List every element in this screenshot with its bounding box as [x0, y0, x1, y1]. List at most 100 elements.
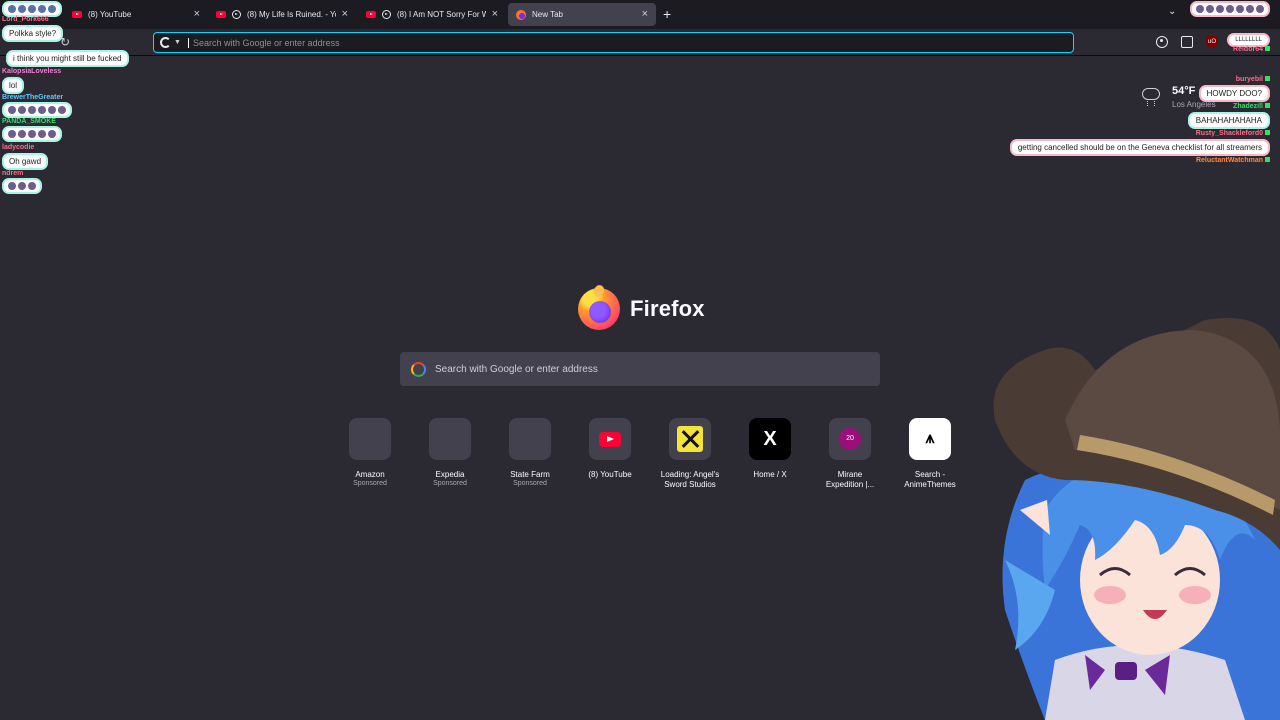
topsite-label: Search - AnimeThemes: [904, 470, 956, 489]
audio-playing-icon[interactable]: [232, 10, 241, 19]
emote-icon: [1216, 5, 1224, 13]
emote-icon: [18, 182, 26, 190]
sponsored-label: Sponsored: [353, 480, 387, 487]
chat-message: Lord_Pork666 Polkka style?: [2, 16, 64, 42]
emote-icon: [38, 130, 46, 138]
audio-playing-icon[interactable]: [382, 10, 391, 19]
emote-icon: [18, 130, 26, 138]
new-tab-button[interactable]: +: [663, 6, 671, 22]
chat-text: LLLLLLLL: [1227, 33, 1270, 47]
close-tab-icon[interactable]: ×: [194, 9, 200, 20]
chat-username: BrewerTheGreater: [2, 94, 64, 101]
x-icon: X: [763, 427, 777, 450]
emote-icon: [1226, 5, 1234, 13]
chevron-down-icon: ▼: [174, 39, 181, 46]
youtube-icon: [216, 11, 226, 18]
avatar-blush-right: [1179, 586, 1211, 604]
topsite-x[interactable]: X Home / X: [730, 418, 810, 480]
topsite-animethemes[interactable]: ⩚ Search - AnimeThemes: [890, 418, 970, 490]
topsite-label: Home / X: [753, 470, 787, 479]
tab-title: (8) My Life Is Ruined. - YouT: [247, 10, 336, 19]
topsite-tile[interactable]: [669, 418, 711, 460]
topsite-label: (8) YouTube: [588, 470, 632, 479]
tab-youtube[interactable]: (8) YouTube ×: [64, 3, 208, 26]
emote-icon: [48, 106, 56, 114]
chat-message: KalopsiaLoveless lol: [2, 68, 61, 94]
newtab-search-input[interactable]: [435, 363, 880, 375]
address-input[interactable]: [188, 37, 1073, 48]
avatar-bow-knot: [1115, 662, 1137, 680]
topsite-tile[interactable]: ⩚: [909, 418, 951, 460]
topsite-amazon[interactable]: Amazon Sponsored: [330, 418, 410, 487]
angel-sword-icon: [677, 426, 703, 452]
topsite-tile[interactable]: [429, 418, 471, 460]
topsite-tile[interactable]: 20: [829, 418, 871, 460]
emote-icon: [8, 130, 16, 138]
close-tab-icon[interactable]: ×: [492, 9, 498, 20]
address-bar[interactable]: ▼: [153, 32, 1074, 53]
chat-text: i think you might still be fucked: [6, 50, 129, 67]
emote-icon: [28, 182, 36, 190]
emote-group: [1190, 1, 1270, 17]
topsite-tile[interactable]: [349, 418, 391, 460]
topsite-label: Expedia: [435, 470, 465, 479]
google-icon: [411, 361, 426, 377]
chat-username-text: Zhadezill: [1233, 103, 1263, 110]
chat-message: Reidor64: [1233, 46, 1270, 53]
chat-username: buryebil: [1199, 76, 1270, 83]
chat-message: Rusty_Shackleford0 getting cancelled sho…: [1009, 130, 1270, 156]
chat-message: Zhadezill BAHAHAHAHAHA: [1187, 103, 1270, 129]
topsite-mirane[interactable]: 20 Mirane Expedition |...: [810, 418, 890, 490]
emote-group: [2, 126, 62, 142]
topsite-tile[interactable]: [509, 418, 551, 460]
emote-icon: [38, 106, 46, 114]
youtube-icon: [599, 431, 621, 447]
chat-text: getting cancelled should be on the Genev…: [1009, 139, 1270, 156]
vtuber-avatar: [993, 318, 1280, 720]
newtab-search-box[interactable]: [400, 352, 880, 386]
emote-icon: [8, 182, 16, 190]
chat-username: Reidor64: [1233, 46, 1270, 53]
top-sites: Amazon Sponsored Expedia Sponsored State…: [330, 418, 956, 498]
topsite-angels-sword[interactable]: Loading: Angel's Sword Studios: [650, 418, 730, 490]
topsite-tile[interactable]: X: [749, 418, 791, 460]
topsite-label: Amazon: [355, 470, 385, 479]
badge-icon: [1265, 76, 1270, 81]
emote-group: [2, 102, 72, 118]
close-tab-icon[interactable]: ×: [642, 9, 648, 20]
emote-icon: [1236, 5, 1244, 13]
chat-username: ndrem: [2, 170, 24, 177]
chat-message: PANDA_SMOKE: [2, 118, 62, 143]
tab-my-life-is-ruined[interactable]: (8) My Life Is Ruined. - YouT ×: [208, 3, 356, 26]
chat-username: KalopsiaLoveless: [2, 68, 62, 75]
emote-group: [2, 1, 62, 17]
firefox-icon: [516, 9, 526, 20]
search-engine-selector[interactable]: ▼: [160, 37, 188, 48]
chat-message: ReluctantWatchman: [1196, 157, 1270, 164]
topsite-tile[interactable]: [589, 418, 631, 460]
close-tab-icon[interactable]: ×: [342, 9, 348, 20]
chat-message: ladycodie Oh gawd: [2, 144, 49, 170]
brand-name: Firefox: [630, 296, 705, 321]
emote-icon: [8, 106, 16, 114]
sponsored-label: Sponsored: [433, 480, 467, 487]
avatar-blush-left: [1094, 586, 1126, 604]
emote-icon: [1206, 5, 1214, 13]
emote-icon: [18, 106, 26, 114]
chat-username: ReluctantWatchman: [1196, 157, 1270, 164]
chat-username: ladycodie: [2, 144, 35, 151]
chat-message: buryebil HOWDY DOO?: [1198, 76, 1270, 102]
tab-title: (8) I Am NOT Sorry For Wha: [397, 10, 486, 19]
topsite-expedia[interactable]: Expedia Sponsored: [410, 418, 490, 487]
topsite-youtube[interactable]: (8) YouTube: [570, 418, 650, 480]
tab-i-am-not-sorry[interactable]: (8) I Am NOT Sorry For Wha ×: [358, 3, 506, 26]
tab-new-tab[interactable]: New Tab ×: [508, 3, 656, 26]
topsite-state-farm[interactable]: State Farm Sponsored: [490, 418, 570, 487]
tab-title: (8) YouTube: [88, 10, 132, 19]
topsite-label: State Farm: [510, 470, 550, 479]
emote-icon: [8, 5, 16, 13]
badge-icon: [1265, 103, 1270, 108]
emote-icon: [18, 5, 26, 13]
emote-group: [2, 178, 42, 194]
chat-text: BAHAHAHAHAHA: [1187, 112, 1270, 129]
